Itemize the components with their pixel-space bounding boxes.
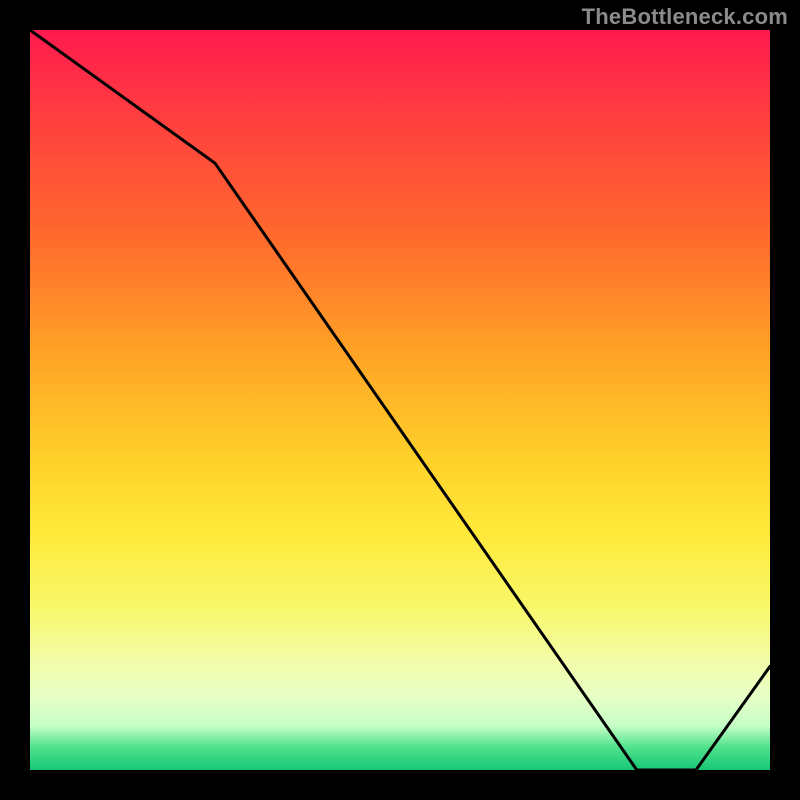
plot-area (30, 30, 770, 770)
line-chart-svg (30, 30, 770, 770)
chart-frame: TheBottleneck.com (0, 0, 800, 800)
watermark-text: TheBottleneck.com (582, 4, 788, 30)
chart-line (30, 30, 770, 770)
